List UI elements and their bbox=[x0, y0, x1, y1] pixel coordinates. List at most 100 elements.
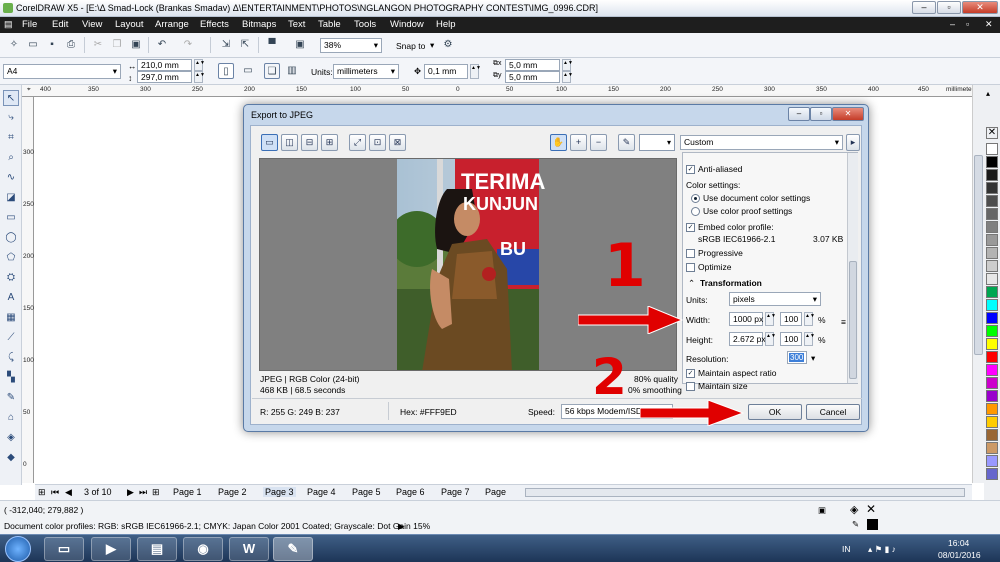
dialog-minimize-button[interactable]: – bbox=[788, 107, 810, 121]
use-document-radio[interactable] bbox=[691, 194, 700, 203]
table-tool-icon[interactable]: ▦ bbox=[3, 310, 19, 326]
zoom-level-select[interactable]: 38% ▾ bbox=[320, 38, 382, 53]
menu-tools[interactable]: Tools bbox=[354, 19, 376, 30]
link-icon[interactable]: ≡ bbox=[841, 317, 846, 327]
tab-page-3[interactable]: Page 3 bbox=[263, 487, 296, 497]
height-percent-spinner[interactable]: ▲▼ bbox=[804, 332, 815, 346]
palette-swatch[interactable] bbox=[986, 286, 998, 298]
no-fill-icon[interactable]: ✕ bbox=[866, 502, 876, 516]
use-document-label[interactable]: Use document color settings bbox=[703, 193, 810, 203]
clock-date[interactable]: 08/01/2016 bbox=[938, 550, 981, 560]
print-icon[interactable]: ⎙ bbox=[63, 37, 79, 53]
palette-swatch[interactable] bbox=[986, 234, 998, 246]
application-launcher-icon[interactable]: ▀ bbox=[264, 37, 280, 53]
dialog-close-button[interactable]: ✕ bbox=[832, 107, 864, 121]
menu-effects[interactable]: Effects bbox=[200, 19, 229, 30]
palette-swatch[interactable] bbox=[986, 364, 998, 376]
first-page-icon[interactable]: ⏮ bbox=[51, 487, 59, 498]
palette-swatch[interactable] bbox=[986, 247, 998, 259]
doc-close-icon[interactable]: ✕ bbox=[985, 19, 993, 30]
zoom-in-icon[interactable]: + bbox=[570, 134, 587, 151]
palette-swatch[interactable] bbox=[986, 403, 998, 415]
cut-icon[interactable]: ✂ bbox=[90, 37, 106, 53]
text-tool-icon[interactable]: A bbox=[3, 290, 19, 306]
width-spinner[interactable]: ▲▼ bbox=[765, 312, 776, 326]
palette-swatch[interactable] bbox=[986, 195, 998, 207]
palette-swatch[interactable] bbox=[986, 312, 998, 324]
actual-size-icon[interactable]: ⊠ bbox=[389, 134, 406, 151]
preset-select[interactable]: Custom ▾ bbox=[680, 135, 843, 150]
progressive-checkbox[interactable] bbox=[686, 249, 695, 258]
duplicate-y-field[interactable]: 5,0 mm bbox=[505, 71, 560, 83]
palette-swatch[interactable] bbox=[986, 156, 998, 168]
coreldraw-taskbar-icon[interactable]: ✎ bbox=[273, 537, 313, 561]
pan-tool-icon[interactable]: ✋ bbox=[550, 134, 567, 151]
menu-bitmaps[interactable]: Bitmaps bbox=[242, 19, 276, 30]
page-height-field[interactable]: 297,0 mm bbox=[137, 71, 192, 83]
open-icon[interactable]: ▭ bbox=[25, 37, 41, 53]
palette-swatch[interactable] bbox=[986, 442, 998, 454]
width-field[interactable]: 1000 px bbox=[729, 312, 763, 326]
palette-up-icon[interactable]: ▴ bbox=[986, 89, 990, 98]
anti-aliased-label[interactable]: Anti-aliased bbox=[698, 164, 742, 174]
tab-page-7[interactable]: Page 7 bbox=[441, 487, 470, 497]
zoom-out-icon[interactable]: − bbox=[590, 134, 607, 151]
vertical-scrollbar[interactable] bbox=[972, 85, 984, 483]
palette-swatch[interactable] bbox=[986, 260, 998, 272]
menu-arrange[interactable]: Arrange bbox=[155, 19, 189, 30]
palette-swatch[interactable] bbox=[986, 390, 998, 402]
horizontal-ruler[interactable]: ⌖ 400 350 300 250 200 150 100 50 0 50 10… bbox=[22, 85, 984, 97]
transformation-heading[interactable]: Transformation bbox=[700, 278, 762, 288]
color-swatch-button[interactable]: ▾ bbox=[639, 134, 675, 151]
menu-help[interactable]: Help bbox=[436, 19, 456, 30]
minimize-button[interactable]: – bbox=[912, 1, 936, 14]
settings-scrollbar[interactable] bbox=[847, 153, 858, 383]
ok-button[interactable]: OK bbox=[748, 404, 802, 420]
tab-page-2[interactable]: Page 2 bbox=[218, 487, 247, 497]
palette-swatch[interactable] bbox=[986, 208, 998, 220]
menu-layout[interactable]: Layout bbox=[115, 19, 144, 30]
dialog-maximize-button[interactable]: ▫ bbox=[810, 107, 832, 121]
explorer-icon[interactable]: ▤ bbox=[137, 537, 177, 561]
menu-window[interactable]: Window bbox=[390, 19, 424, 30]
menu-text[interactable]: Text bbox=[288, 19, 305, 30]
clock-time[interactable]: 16:04 bbox=[948, 538, 969, 548]
anti-aliased-checkbox[interactable]: ✓ bbox=[686, 165, 695, 174]
chrome-icon[interactable]: ◉ bbox=[183, 537, 223, 561]
palette-swatch[interactable] bbox=[986, 377, 998, 389]
undo-icon[interactable]: ↶ bbox=[154, 37, 170, 53]
media-player-icon[interactable]: ▶ bbox=[91, 537, 131, 561]
palette-swatch[interactable] bbox=[986, 429, 998, 441]
color-profiles-text[interactable]: Document color profiles: RGB: sRGB IEC61… bbox=[4, 521, 430, 531]
polygon-tool-icon[interactable]: ⬠ bbox=[3, 250, 19, 266]
palette-swatch[interactable] bbox=[986, 351, 998, 363]
smart-fill-icon[interactable]: ◪ bbox=[3, 190, 19, 206]
snap-chevron-icon[interactable]: ▾ bbox=[430, 40, 434, 51]
basic-shapes-icon[interactable]: ⛭ bbox=[3, 270, 19, 286]
outline-color-swatch[interactable] bbox=[867, 519, 878, 530]
nudge-spinner[interactable]: ▲▼ bbox=[470, 64, 481, 79]
menu-edit[interactable]: Edit bbox=[52, 19, 68, 30]
page-height-spinner[interactable]: ▲▼ bbox=[194, 71, 205, 83]
blend-tool-icon[interactable]: ▚ bbox=[3, 370, 19, 386]
duplicate-x-field[interactable]: 5,0 mm bbox=[505, 59, 560, 71]
palette-swatch[interactable] bbox=[986, 273, 998, 285]
landscape-icon[interactable]: ▭ bbox=[240, 63, 256, 79]
all-pages-icon[interactable]: ❏ bbox=[264, 63, 280, 79]
palette-swatch[interactable] bbox=[986, 221, 998, 233]
preset-menu-arrow-icon[interactable]: ▸ bbox=[846, 134, 860, 151]
palette-swatch[interactable] bbox=[986, 182, 998, 194]
palette-swatch[interactable] bbox=[986, 338, 998, 350]
height-percent-field[interactable]: 100 bbox=[780, 332, 802, 346]
fit-image-icon[interactable]: ⤢ bbox=[349, 134, 366, 151]
palette-swatch[interactable] bbox=[986, 416, 998, 428]
cancel-button[interactable]: Cancel bbox=[806, 404, 860, 420]
vertical-ruler[interactable]: 300 250 200 150 100 50 0 bbox=[22, 97, 34, 483]
width-percent-field[interactable]: 100 bbox=[780, 312, 802, 326]
dimension-tool-icon[interactable]: ⟋ bbox=[3, 330, 19, 346]
optimize-label[interactable]: Optimize bbox=[698, 262, 732, 272]
scroll-thumb[interactable] bbox=[974, 155, 983, 355]
portrait-icon[interactable]: ▯ bbox=[218, 63, 234, 79]
height-field[interactable]: 2.672 px bbox=[729, 332, 766, 346]
menu-view[interactable]: View bbox=[82, 19, 102, 30]
